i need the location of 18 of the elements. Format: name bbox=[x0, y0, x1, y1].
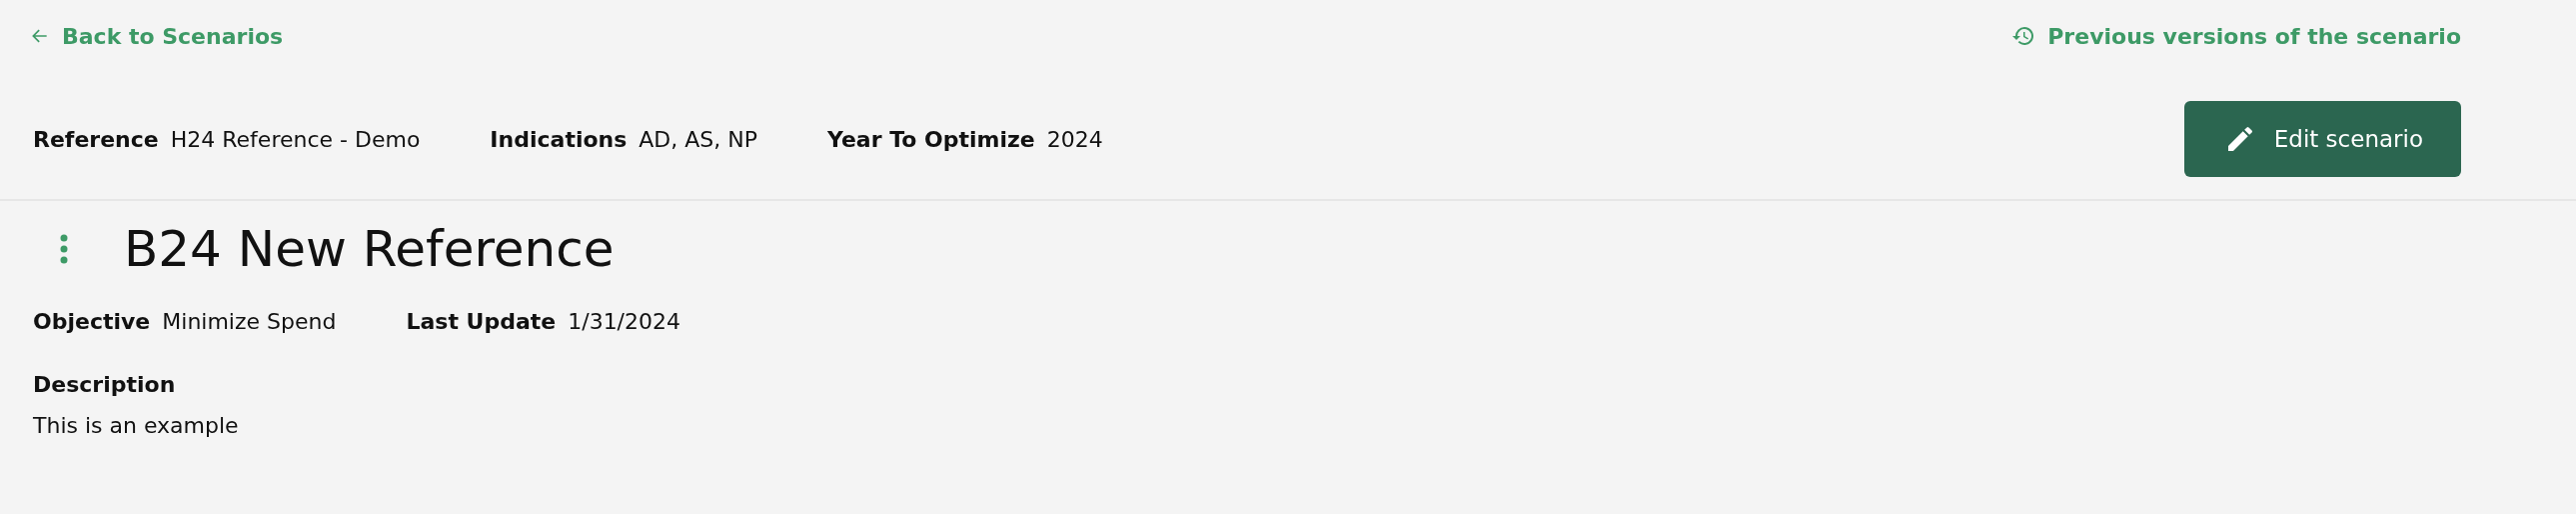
field-value: 2024 bbox=[1046, 126, 1103, 152]
description-label: Description bbox=[33, 372, 177, 397]
field-value: Minimize Spend bbox=[162, 309, 337, 334]
field-value: H24 Reference - Demo bbox=[170, 126, 421, 152]
history-icon bbox=[2011, 24, 2036, 48]
field-value: 1/31/2024 bbox=[568, 309, 681, 334]
field-label: Reference bbox=[33, 126, 159, 152]
field-label: Year To Optimize bbox=[827, 126, 1035, 152]
back-link[interactable]: Back to Scenarios bbox=[30, 23, 284, 49]
more-options-icon[interactable] bbox=[59, 234, 69, 264]
scenario-title: B24 New Reference bbox=[124, 220, 615, 278]
field-value: AD, AS, NP bbox=[639, 126, 757, 152]
field-label: Indications bbox=[490, 126, 628, 152]
field-label: Objective bbox=[33, 309, 151, 334]
field-label: Last Update bbox=[406, 309, 557, 334]
description-text: This is an example bbox=[33, 413, 240, 438]
edit-scenario-button[interactable]: Edit scenario bbox=[2183, 101, 2461, 177]
previous-versions-link[interactable]: Previous versions of the scenario bbox=[2011, 23, 2461, 49]
